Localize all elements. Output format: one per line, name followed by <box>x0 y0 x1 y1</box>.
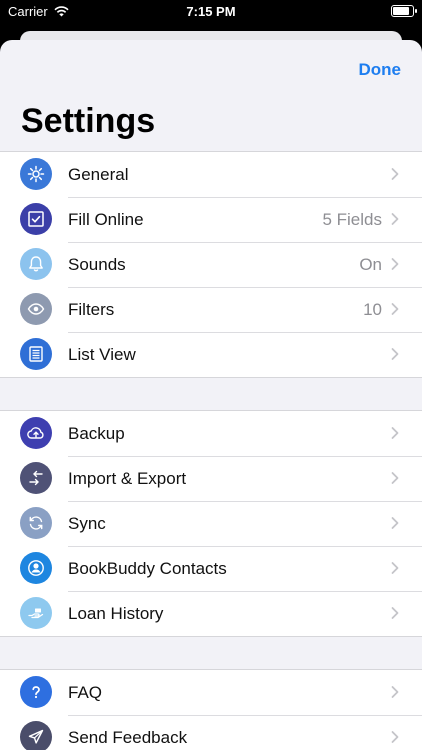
settings-row-label: Filters <box>68 299 115 319</box>
contact-icon <box>20 552 52 584</box>
cloud-icon <box>20 417 52 449</box>
settings-row-label: Sounds <box>68 254 126 274</box>
arrows-icon <box>20 462 52 494</box>
settings-row-label: Sync <box>68 513 106 533</box>
eye-icon <box>20 293 52 325</box>
settings-row-label: Loan History <box>68 603 164 623</box>
hand-icon <box>20 597 52 629</box>
chevron-right-icon <box>388 257 402 271</box>
chevron-right-icon <box>388 516 402 530</box>
settings-row-sync[interactable]: Sync <box>0 501 422 546</box>
settings-row-bookbuddy-contacts[interactable]: BookBuddy Contacts <box>0 546 422 591</box>
settings-row-label: Backup <box>68 423 125 443</box>
chevron-right-icon <box>388 426 402 440</box>
chevron-right-icon <box>388 730 402 744</box>
settings-row-backup[interactable]: Backup <box>0 411 422 456</box>
settings-row-label: FAQ <box>68 682 103 702</box>
settings-row-label: List View <box>68 344 136 364</box>
question-icon <box>20 676 52 708</box>
settings-row-value: 5 Fields <box>322 209 382 229</box>
chevron-right-icon <box>388 212 402 226</box>
settings-row-value: 10 <box>363 299 382 319</box>
page-title: Settings <box>21 102 156 140</box>
settings-group-preferences: General Fill Online 5 Fields Sounds On Filter… <box>0 151 422 378</box>
settings-row-general[interactable]: General <box>0 152 422 197</box>
gear-icon <box>20 158 52 190</box>
settings-row-label: General <box>68 164 129 184</box>
paperplane-icon <box>20 721 52 750</box>
settings-row-value: On <box>359 254 382 274</box>
sync-icon <box>20 507 52 539</box>
status-bar: Carrier 7:15 PM <box>0 0 422 26</box>
chevron-right-icon <box>388 606 402 620</box>
status-time: 7:15 PM <box>186 4 236 19</box>
chevron-right-icon <box>388 167 402 181</box>
settings-row-label: Fill Online <box>68 209 144 229</box>
settings-row-filters[interactable]: Filters 10 <box>0 287 422 332</box>
checkbox-icon <box>20 203 52 235</box>
settings-row-label: BookBuddy Contacts <box>68 558 227 578</box>
settings-row-send-feedback[interactable]: Send Feedback <box>0 715 422 750</box>
settings-row-faq[interactable]: FAQ <box>0 670 422 715</box>
chevron-right-icon <box>388 685 402 699</box>
done-button[interactable]: Done <box>359 60 402 80</box>
settings-row-fill-online[interactable]: Fill Online 5 Fields <box>0 197 422 242</box>
settings-row-label: Send Feedback <box>68 727 188 747</box>
settings-row-import-export[interactable]: Import & Export <box>0 456 422 501</box>
settings-row-sounds[interactable]: Sounds On <box>0 242 422 287</box>
chevron-right-icon <box>388 471 402 485</box>
list-icon <box>20 338 52 370</box>
bell-icon <box>20 248 52 280</box>
settings-sheet: Done Settings General Fill Online 5 Fields… <box>0 40 422 750</box>
battery-icon <box>391 5 417 17</box>
settings-row-list-view[interactable]: List View <box>0 332 422 377</box>
settings-group-support: FAQ Send Feedback <box>0 669 422 750</box>
settings-row-loan-history[interactable]: Loan History <box>0 591 422 636</box>
chevron-right-icon <box>388 347 402 361</box>
settings-row-label: Import & Export <box>68 468 187 488</box>
settings-group-data: Backup Import & Export Sync BookBuddy Conta… <box>0 410 422 637</box>
chevron-right-icon <box>388 561 402 575</box>
chevron-right-icon <box>388 302 402 316</box>
